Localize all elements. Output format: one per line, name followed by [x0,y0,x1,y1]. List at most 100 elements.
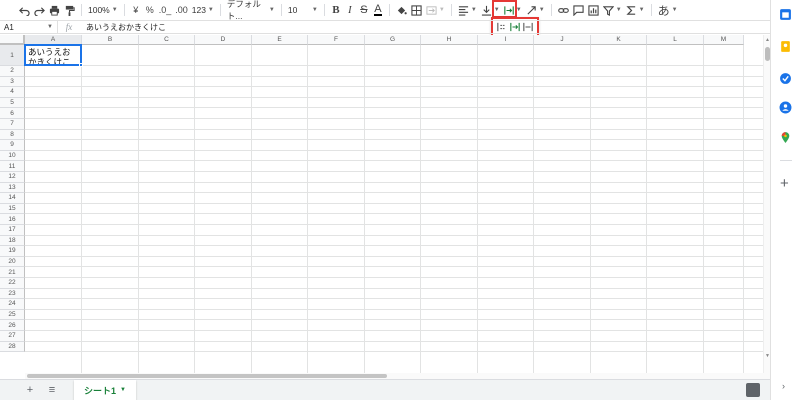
vertical-scrollbar[interactable]: ▲ ▼ [763,35,770,373]
row-header-12[interactable]: 12 [0,172,25,183]
font-size-value: 10 [287,5,298,15]
font-select[interactable]: デフォルト... ▼ [225,0,277,21]
print-icon [49,5,60,16]
insert-comment-button[interactable] [571,0,586,20]
row-header-27[interactable]: 27 [0,331,25,342]
spreadsheet-grid[interactable]: A B C D E F G H I J K L M 1 2 3 4 5 6 7 8 9 10 11 12 13 14 15 16 17 18… [0,35,766,373]
row-header-24[interactable]: 24 [0,299,25,310]
explore-icon[interactable] [746,383,760,397]
row-gridline [25,234,766,236]
row-header-17[interactable]: 17 [0,225,25,236]
column-header-c[interactable]: C [139,35,195,45]
formula-input[interactable]: あいうえおかきくけこ [80,22,166,33]
wrap-button-highlight [492,0,517,18]
row-header-1[interactable]: 1 [0,45,25,66]
insert-link-button[interactable] [556,0,571,20]
row-header-6[interactable]: 6 [0,108,25,119]
filter-button[interactable]: ▼ [601,0,624,20]
contacts-icon[interactable] [779,101,792,114]
text-color-button[interactable]: A [371,0,385,20]
row-header-9[interactable]: 9 [0,140,25,151]
add-addon-icon[interactable]: + [780,176,789,191]
row-header-26[interactable]: 26 [0,320,25,331]
percent-format-button[interactable]: % [143,0,157,20]
add-sheet-button[interactable]: + [22,382,38,398]
strikethrough-button[interactable]: S [357,0,371,20]
row-header-7[interactable]: 7 [0,119,25,130]
row-header-11[interactable]: 11 [0,161,25,172]
column-gridline [194,45,195,373]
italic-button[interactable]: I [343,0,357,20]
chevron-right-icon[interactable]: › [782,381,785,391]
row-gridline [25,351,766,353]
print-button[interactable] [47,0,62,20]
fill-handle[interactable] [79,63,83,67]
select-all-corner[interactable] [0,35,25,45]
zoom-select[interactable]: 100% ▼ [86,0,120,20]
row-header-20[interactable]: 20 [0,256,25,268]
link-icon [557,7,569,13]
currency-format-button[interactable]: ¥ [129,0,143,20]
column-header-l[interactable]: L [647,35,704,45]
row-header-22[interactable]: 22 [0,278,25,289]
calendar-icon[interactable] [779,8,792,21]
sheet-tab[interactable]: シート1 ▼ [74,379,136,400]
row-gridline [25,107,766,109]
row-header-21[interactable]: 21 [0,267,25,278]
row-header-3[interactable]: 3 [0,76,25,88]
row-gridline [25,224,766,225]
row-header-13[interactable]: 13 [0,182,25,194]
horizontal-align-button[interactable]: ▼ [456,0,479,20]
column-header-k[interactable]: K [591,35,647,45]
toolbar-separator [123,4,125,16]
row-header-28[interactable]: 28 [0,341,25,353]
toolbar-separator [650,4,652,16]
column-header-h[interactable]: H [421,35,478,45]
borders-button[interactable] [409,0,424,20]
selected-cell-a1[interactable]: あいうえおかきくけこ [24,44,82,66]
row-header-5[interactable]: 5 [0,97,25,109]
row-header-15[interactable]: 15 [0,203,25,215]
row-header-2[interactable]: 2 [0,66,25,77]
toolbar-separator [219,4,221,16]
redo-button[interactable] [32,0,47,20]
keep-icon[interactable] [779,40,792,53]
row-gridline [25,96,766,98]
font-size-select[interactable]: 10 ▼ [286,0,320,20]
column-header-d[interactable]: D [195,35,252,45]
increase-decimal-button[interactable]: .00 [173,0,190,20]
row-header-14[interactable]: 14 [0,193,25,204]
undo-button[interactable] [17,0,32,20]
paint-format-button[interactable] [62,0,77,20]
column-header-b[interactable]: B [82,35,139,45]
merge-cells-button[interactable]: ▼ [424,0,447,20]
row-header-25[interactable]: 25 [0,309,25,321]
column-header-m[interactable]: M [704,35,744,45]
tasks-icon[interactable] [779,72,792,85]
functions-button[interactable]: ▼ [624,0,647,20]
fill-color-button[interactable] [394,0,409,20]
bold-button[interactable]: B [329,0,343,20]
insert-chart-button[interactable] [586,0,601,20]
maps-icon[interactable] [779,131,792,144]
column-header-e[interactable]: E [252,35,308,45]
more-formats-select[interactable]: 123 ▼ [190,0,216,20]
paint-bucket-icon [397,6,407,14]
all-sheets-button[interactable]: ≡ [44,382,60,398]
row-header-8[interactable]: 8 [0,129,25,141]
name-box[interactable]: A1 ▼ [0,21,58,33]
row-header-19[interactable]: 19 [0,246,25,257]
row-header-16[interactable]: 16 [0,214,25,225]
row-header-10[interactable]: 10 [0,150,25,162]
decrease-decimal-button[interactable]: .0_ [157,0,174,20]
row-header-4[interactable]: 4 [0,87,25,98]
column-header-i[interactable]: I [478,35,534,45]
column-header-f[interactable]: F [308,35,365,45]
column-header-g[interactable]: G [365,35,421,45]
row-header-23[interactable]: 23 [0,288,25,300]
row-header-18[interactable]: 18 [0,235,25,247]
column-header-j[interactable]: J [534,35,591,45]
side-panel-divider [780,160,792,161]
horizontal-scroll-thumb[interactable] [27,374,387,378]
input-tools-button[interactable]: あ ▼ [656,0,680,20]
